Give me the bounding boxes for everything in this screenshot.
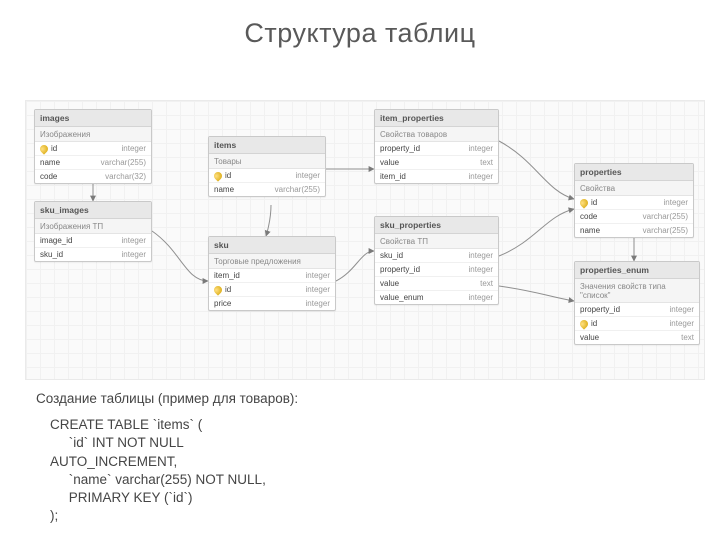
table-name: images	[35, 110, 151, 127]
col-row: image_idinteger	[35, 234, 151, 248]
col-row: idinteger	[575, 196, 693, 210]
table-label: Свойства ТП	[375, 234, 498, 249]
table-sku-properties: sku_properties Свойства ТП sku_idinteger…	[374, 216, 499, 305]
col-row: valuetext	[575, 331, 699, 344]
footer-caption: Создание таблицы (пример для товаров):	[36, 390, 298, 408]
col-row: property_idinteger	[575, 303, 699, 317]
table-properties-enum: properties_enum Значения свойств типа "с…	[574, 261, 700, 345]
table-name: sku_images	[35, 202, 151, 219]
table-name: sku_properties	[375, 217, 498, 234]
table-label: Товары	[209, 154, 325, 169]
col-row: property_idinteger	[375, 142, 498, 156]
col-row: property_idinteger	[375, 263, 498, 277]
col-row: idinteger	[35, 142, 151, 156]
pk-icon	[38, 143, 49, 154]
table-name: properties	[575, 164, 693, 181]
table-item-properties: item_properties Свойства товаров propert…	[374, 109, 499, 184]
table-label: Свойства	[575, 181, 693, 196]
table-sku: sku Торговые предложения item_idinteger …	[208, 236, 336, 311]
col-row: idinteger	[209, 169, 325, 183]
table-items: items Товары idinteger namevarchar(255)	[208, 136, 326, 197]
table-name: sku	[209, 237, 335, 254]
col-row: sku_idinteger	[35, 248, 151, 261]
table-name: items	[209, 137, 325, 154]
table-name: item_properties	[375, 110, 498, 127]
table-name: properties_enum	[575, 262, 699, 279]
page-title: Структура таблиц	[0, 0, 720, 49]
col-row: value_enuminteger	[375, 291, 498, 304]
table-images: images Изображения idinteger namevarchar…	[34, 109, 152, 184]
col-row: codevarchar(255)	[575, 210, 693, 224]
table-label: Свойства товаров	[375, 127, 498, 142]
table-label: Значения свойств типа "список"	[575, 279, 699, 303]
col-row: namevarchar(255)	[575, 224, 693, 237]
col-row: sku_idinteger	[375, 249, 498, 263]
table-sku-images: sku_images Изображения ТП image_idintege…	[34, 201, 152, 262]
pk-icon	[578, 318, 589, 329]
col-row: idinteger	[575, 317, 699, 331]
col-row: valuetext	[375, 277, 498, 291]
footer: Создание таблицы (пример для товаров): C…	[36, 390, 298, 526]
col-row: item_idinteger	[375, 170, 498, 183]
rel-skuimages-sku	[152, 231, 208, 281]
rel-items-sku	[266, 205, 271, 236]
pk-icon	[578, 197, 589, 208]
rel-itemprops-properties	[499, 141, 574, 199]
col-row: namevarchar(255)	[35, 156, 151, 170]
table-properties: properties Свойства idinteger codevarcha…	[574, 163, 694, 238]
rel-sku-skuprops	[336, 251, 374, 281]
col-row: codevarchar(32)	[35, 170, 151, 183]
col-row: item_idinteger	[209, 269, 335, 283]
rel-skuprops-properties	[499, 209, 574, 256]
col-row: priceinteger	[209, 297, 335, 310]
table-label: Изображения ТП	[35, 219, 151, 234]
table-label: Изображения	[35, 127, 151, 142]
erd-canvas: images Изображения idinteger namevarchar…	[25, 100, 705, 380]
col-row: idinteger	[209, 283, 335, 297]
rel-skuprops-propenum	[499, 286, 574, 301]
col-row: namevarchar(255)	[209, 183, 325, 196]
pk-icon	[212, 284, 223, 295]
col-row: valuetext	[375, 156, 498, 170]
sql-example: CREATE TABLE `items` ( `id` INT NOT NULL…	[50, 416, 298, 525]
pk-icon	[212, 170, 223, 181]
table-label: Торговые предложения	[209, 254, 335, 269]
